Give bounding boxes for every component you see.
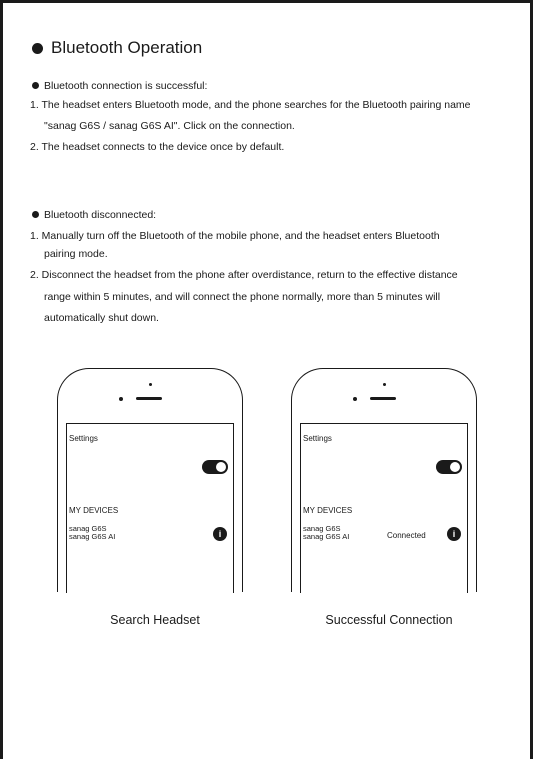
toggle-knob [216, 462, 226, 472]
sensor-icon [353, 397, 357, 401]
my-devices-label: MY DEVICES [303, 506, 353, 515]
device-name: sanag G6S AI [69, 532, 116, 541]
camera-icon [383, 383, 386, 386]
phone-screen: Settings MY DEVICES sanag G6S sanag G6S … [66, 423, 234, 593]
caption-successful-connection: Successful Connection [325, 613, 453, 627]
bluetooth-toggle [202, 460, 228, 474]
instruction-line: 2. Disconnect the headset from the phone… [30, 269, 458, 281]
phone-screen: Settings MY DEVICES sanag G6S sanag G6S … [300, 423, 468, 593]
bluetooth-toggle [436, 460, 462, 474]
instruction-line: 2. The headset connects to the device on… [30, 141, 285, 153]
instruction-line: range within 5 minutes, and will connect… [44, 291, 441, 303]
instruction-line: pairing mode. [44, 248, 108, 260]
phone-illustration-connected: Settings MY DEVICES sanag G6S sanag G6S … [291, 368, 477, 593]
bullet-icon [32, 42, 43, 54]
instruction-line: "sanag G6S / sanag G6S AI". Click on the… [44, 120, 295, 132]
section-heading-connected: Bluetooth connection is successful: [32, 79, 207, 93]
connected-status: Connected [387, 531, 426, 540]
camera-icon [149, 383, 152, 386]
speaker-icon [370, 397, 396, 400]
settings-label: Settings [69, 434, 98, 443]
instruction-line: 1. The headset enters Bluetooth mode, an… [30, 99, 471, 111]
settings-label: Settings [303, 434, 332, 443]
my-devices-label: MY DEVICES [69, 506, 119, 515]
section-heading-disconnected: Bluetooth disconnected: [32, 208, 156, 222]
speaker-icon [136, 397, 162, 400]
toggle-knob [450, 462, 460, 472]
info-icon: i [447, 527, 461, 541]
info-icon: i [213, 527, 227, 541]
sensor-icon [119, 397, 123, 401]
caption-search-headset: Search Headset [110, 613, 200, 627]
instruction-line: 1. Manually turn off the Bluetooth of th… [30, 230, 440, 242]
phone-illustration-search: Settings MY DEVICES sanag G6S sanag G6S … [57, 368, 243, 593]
device-name: sanag G6S AI [303, 532, 350, 541]
instruction-line: automatically shut down. [44, 312, 159, 324]
page-title-text: Bluetooth Operation [51, 38, 203, 57]
page-title: Bluetooth Operation [32, 38, 202, 58]
